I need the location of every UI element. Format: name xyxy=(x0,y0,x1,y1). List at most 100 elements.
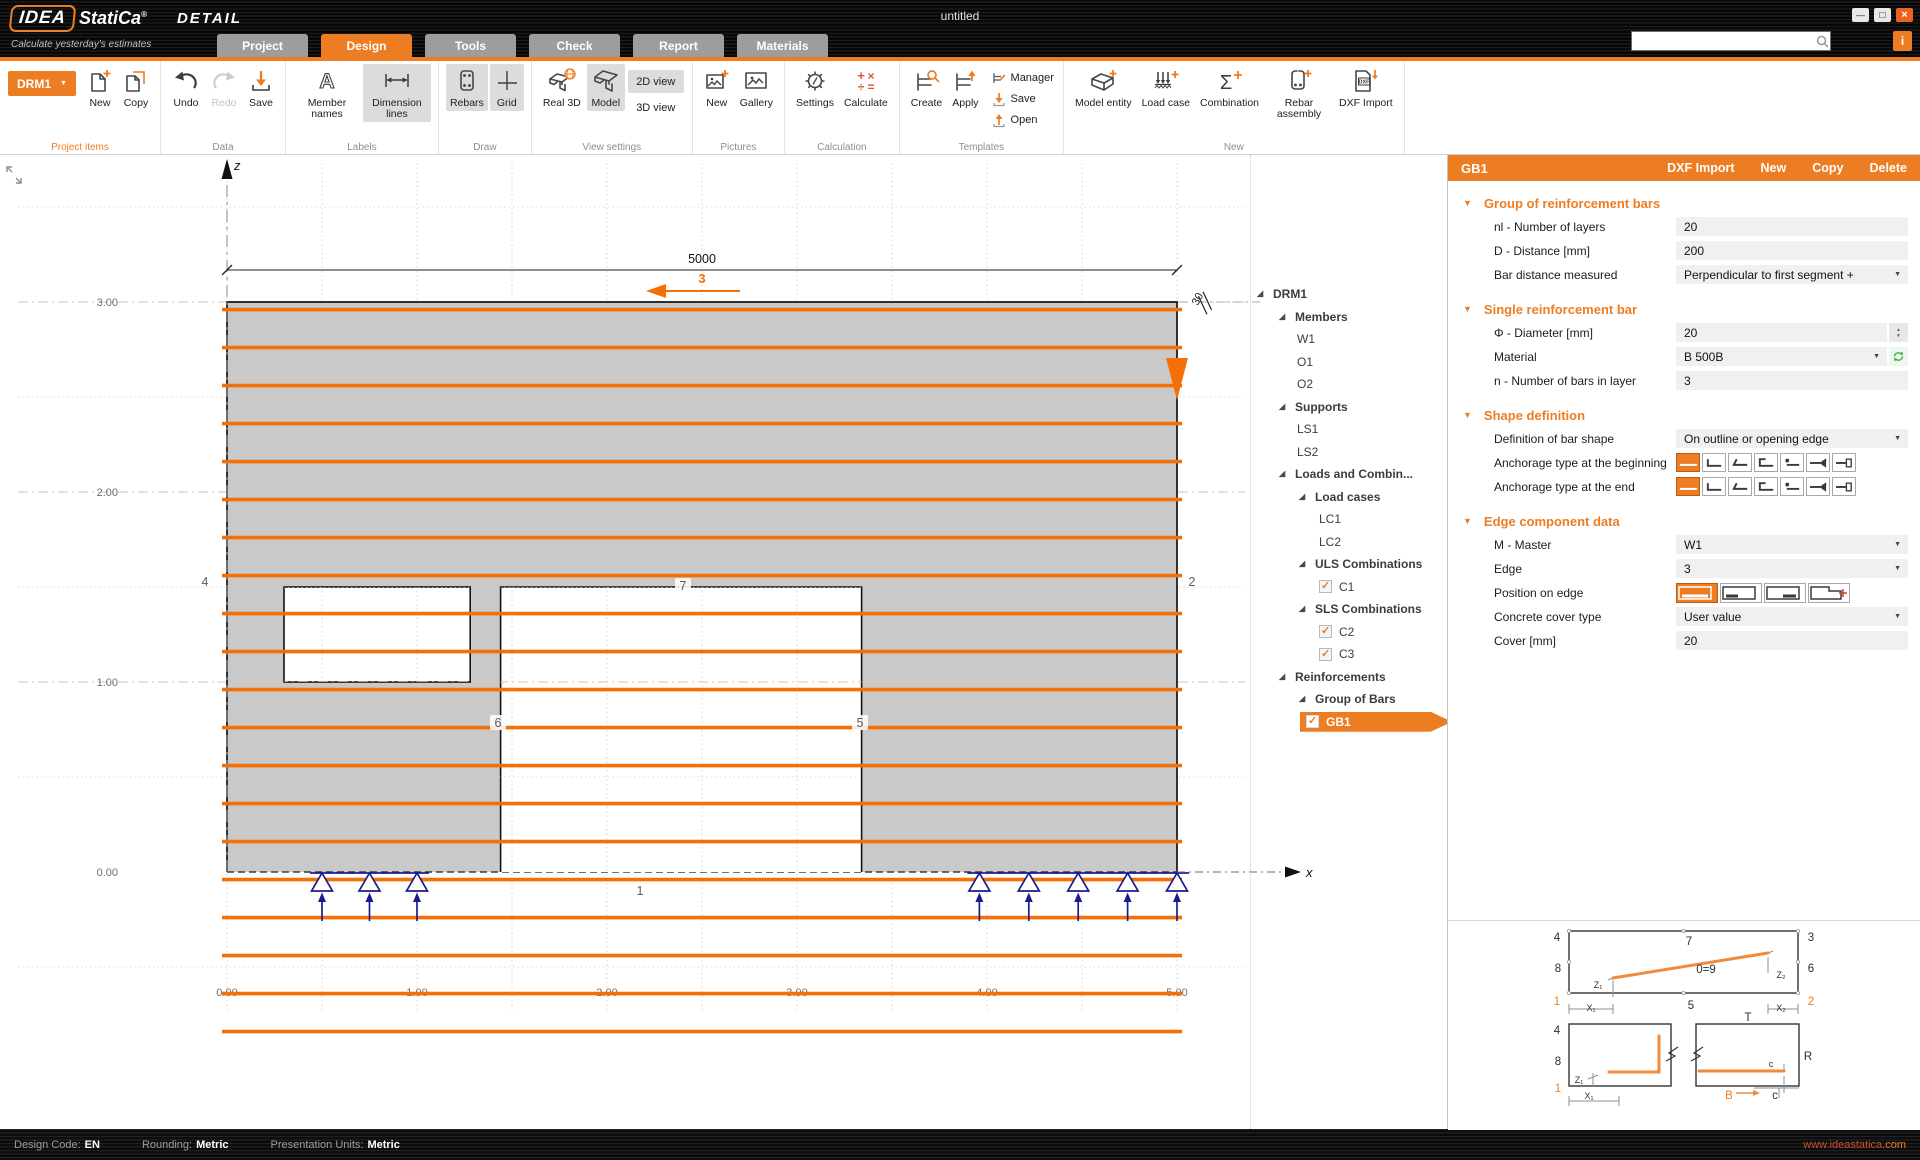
dropdown-concrete-cover-type[interactable]: User value▼ xyxy=(1676,607,1908,626)
search-input[interactable] xyxy=(1632,33,1815,49)
tab-check[interactable]: Check xyxy=(529,34,620,57)
ribbon-button-dxf-import[interactable]: DXFDXF Import xyxy=(1335,64,1397,111)
tree-item-supports[interactable]: ◢Supports xyxy=(1255,396,1453,419)
project-item-select[interactable]: DRM1▼ xyxy=(8,71,76,96)
anchorage-option-4[interactable] xyxy=(1754,453,1778,472)
ribbon-button-create[interactable]: Create xyxy=(907,64,947,111)
expander-icon[interactable]: ◢ xyxy=(1299,559,1305,568)
ribbon-button-member-names[interactable]: AMember names xyxy=(293,64,361,122)
ribbon-button-rebar-assembly[interactable]: Rebar assembly xyxy=(1265,64,1333,122)
anchorage-option-5[interactable] xyxy=(1780,477,1804,496)
anchorage-option-1[interactable] xyxy=(1676,453,1700,472)
copy-button[interactable]: Copy xyxy=(1812,161,1843,175)
ribbon-button-manager[interactable]: Manager xyxy=(988,67,1057,88)
dropdown-edge[interactable]: 3▼ xyxy=(1676,559,1908,578)
website-link[interactable]: www.ideastatica.com xyxy=(1803,1139,1906,1151)
tree-item-gb1[interactable]: GB1 xyxy=(1255,711,1453,734)
tree-item-reinforcements[interactable]: ◢Reinforcements xyxy=(1255,666,1453,689)
opening-o2[interactable] xyxy=(501,587,862,872)
ribbon-button-dimension-lines[interactable]: Dimension lines xyxy=(363,64,431,122)
checkbox-checked-icon[interactable] xyxy=(1319,580,1332,593)
expander-icon[interactable]: ◢ xyxy=(1279,312,1285,321)
ribbon-button-copy[interactable]: Copy xyxy=(119,64,153,111)
anchorage-option-6[interactable] xyxy=(1806,453,1830,472)
tree-item-group-of-bars[interactable]: ◢Group of Bars xyxy=(1255,688,1453,711)
position-option-3[interactable] xyxy=(1764,583,1806,603)
fit-view-icon[interactable] xyxy=(7,167,21,183)
tree-item-c2[interactable]: C2 xyxy=(1255,621,1453,644)
dropdown-bar-distance-measured[interactable]: Perpendicular to first segment +▼ xyxy=(1676,265,1908,284)
tree-item-drm1[interactable]: ◢DRM1 xyxy=(1255,283,1453,306)
drawing-canvas[interactable]: 0.001.002.003.004.005.00zx50003303.002.0… xyxy=(0,155,1447,1129)
ribbon-button-settings[interactable]: Settings xyxy=(792,64,838,111)
checkbox-checked-icon[interactable] xyxy=(1319,625,1332,638)
ribbon-button-combination[interactable]: ΣCombination xyxy=(1196,64,1263,111)
tree-item-ls2[interactable]: LS2 xyxy=(1255,441,1453,464)
tree-item-load-cases[interactable]: ◢Load cases xyxy=(1255,486,1453,509)
ribbon-button-redo[interactable]: Redo xyxy=(206,64,242,111)
tab-tools[interactable]: Tools xyxy=(425,34,516,57)
anchorage-option-3[interactable] xyxy=(1728,477,1752,496)
close-button[interactable]: × xyxy=(1896,8,1913,22)
expander-icon[interactable]: ◢ xyxy=(1299,492,1305,501)
ribbon-button-undo[interactable]: Undo xyxy=(168,64,204,111)
new-button[interactable]: New xyxy=(1761,161,1787,175)
input-cover-mm[interactable]: 20 xyxy=(1676,631,1908,650)
ribbon-button-model-entity[interactable]: Model entity xyxy=(1071,64,1136,111)
ribbon-button-load-case[interactable]: Load case xyxy=(1138,64,1194,111)
ribbon-button-3d-view[interactable]: 3D view xyxy=(628,96,684,119)
tab-materials[interactable]: Materials xyxy=(737,34,828,57)
tree-item-w1[interactable]: W1 xyxy=(1255,328,1453,351)
anchorage-option-7[interactable] xyxy=(1832,477,1856,496)
ribbon-button-save[interactable]: Save xyxy=(244,64,278,111)
tab-project[interactable]: Project xyxy=(217,34,308,57)
tree-item-uls-combinations[interactable]: ◢ULS Combinations xyxy=(1255,553,1453,576)
tree-item-sls-combinations[interactable]: ◢SLS Combinations xyxy=(1255,598,1453,621)
expander-icon[interactable]: ◢ xyxy=(1279,672,1285,681)
ribbon-button-calculate[interactable]: +×÷=Calculate xyxy=(840,64,892,111)
anchorage-option-4[interactable] xyxy=(1754,477,1778,496)
tree-item-lc2[interactable]: LC2 xyxy=(1255,531,1453,554)
ribbon-button-2d-view[interactable]: 2D view xyxy=(628,70,684,93)
input-diameter-mm[interactable]: 20 xyxy=(1676,323,1887,342)
ribbon-button-new[interactable]: New xyxy=(83,64,117,111)
spinner-control[interactable]: ▲▼ xyxy=(1889,323,1908,342)
expander-icon[interactable]: ◢ xyxy=(1279,402,1285,411)
tree-item-loads-and-combin[interactable]: ◢Loads and Combin... xyxy=(1255,463,1453,486)
anchorage-option-2[interactable] xyxy=(1702,453,1726,472)
tree-item-ls1[interactable]: LS1 xyxy=(1255,418,1453,441)
minimize-button[interactable]: — xyxy=(1852,8,1869,22)
anchorage-option-7[interactable] xyxy=(1832,453,1856,472)
selected-item-banner[interactable]: GB1 xyxy=(1300,712,1452,732)
dxf-import-button[interactable]: DXF Import xyxy=(1667,161,1734,175)
expander-icon[interactable]: ◢ xyxy=(1279,469,1285,478)
anchorage-option-1[interactable] xyxy=(1676,477,1700,496)
ribbon-button-real-3d[interactable]: Real 3D xyxy=(539,64,585,111)
ribbon-button-save[interactable]: Save xyxy=(988,88,1057,109)
ribbon-button-open[interactable]: Open xyxy=(988,109,1057,130)
expander-icon[interactable]: ◢ xyxy=(1257,289,1263,298)
anchorage-option-5[interactable] xyxy=(1780,453,1804,472)
expander-icon[interactable]: ◢ xyxy=(1299,604,1305,613)
tree-item-members[interactable]: ◢Members xyxy=(1255,306,1453,329)
checkbox-checked-icon[interactable] xyxy=(1306,715,1319,728)
info-button[interactable]: i xyxy=(1893,31,1912,51)
section-header-single-reinforcement-bar[interactable]: ▼Single reinforcement bar xyxy=(1448,297,1920,321)
tree-item-o1[interactable]: O1 xyxy=(1255,351,1453,374)
delete-button[interactable]: Delete xyxy=(1869,161,1907,175)
maximize-button[interactable]: □ xyxy=(1874,8,1891,22)
ribbon-button-new[interactable]: New xyxy=(700,64,734,111)
section-header-shape-definition[interactable]: ▼Shape definition xyxy=(1448,403,1920,427)
ribbon-button-grid[interactable]: Grid xyxy=(490,64,524,111)
input-n-number-of-bars-in-layer[interactable]: 3 xyxy=(1676,371,1908,390)
tab-report[interactable]: Report xyxy=(633,34,724,57)
position-option-2[interactable] xyxy=(1720,583,1762,603)
anchorage-option-6[interactable] xyxy=(1806,477,1830,496)
tree-item-o2[interactable]: O2 xyxy=(1255,373,1453,396)
opening-o1[interactable] xyxy=(284,587,470,682)
dropdown-material[interactable]: B 500B▼ xyxy=(1676,347,1887,366)
tree-item-lc1[interactable]: LC1 xyxy=(1255,508,1453,531)
dropdown-definition-of-bar-shape[interactable]: On outline or opening edge▼ xyxy=(1676,429,1908,448)
input-nl-number-of-layers[interactable]: 20 xyxy=(1676,217,1908,236)
section-header-group-of-reinforcement-bars[interactable]: ▼Group of reinforcement bars xyxy=(1448,191,1920,215)
